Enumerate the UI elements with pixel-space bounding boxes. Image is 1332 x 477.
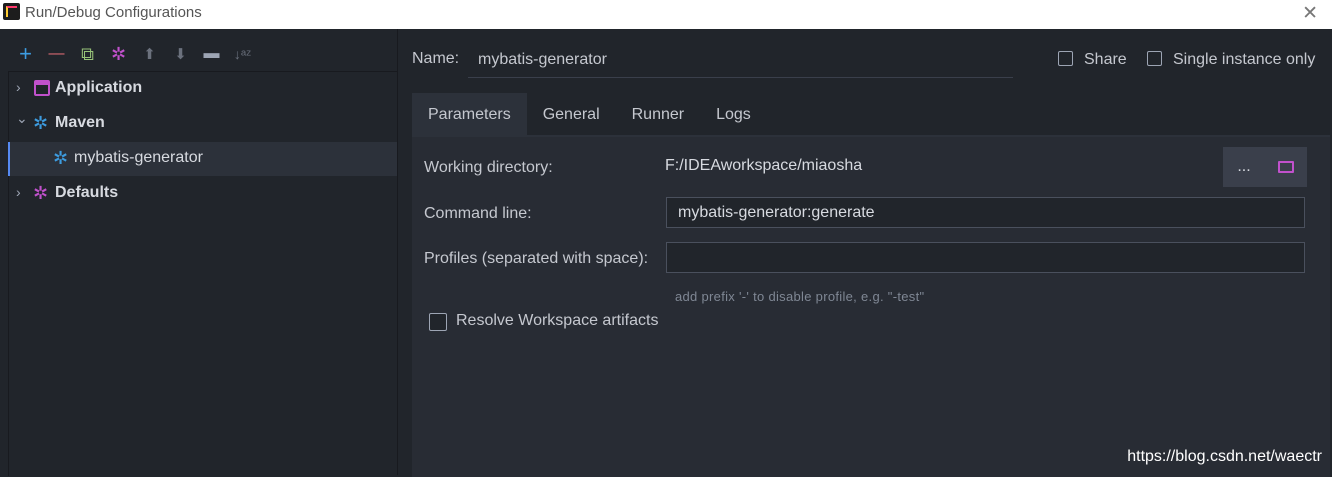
copy-icon[interactable]: ⧉ xyxy=(72,39,103,69)
single-instance-checkbox[interactable] xyxy=(1147,51,1162,66)
share-checkbox[interactable] xyxy=(1058,51,1073,66)
browse-macros-button[interactable]: ... xyxy=(1223,147,1265,187)
configurations-tree: › Application ⌄ ✲ Maven ✲ mybatis-genera… xyxy=(8,71,397,476)
title-bar: Run/Debug Configurations ✕ xyxy=(0,0,1332,29)
tree-item-application[interactable]: › Application xyxy=(9,72,397,106)
add-icon[interactable]: + xyxy=(10,39,41,69)
chevron-down-icon[interactable]: ⌄ xyxy=(16,110,28,127)
configurations-toolbar: + — ⧉ ✲ ⬆ ⬇ ▬ ↓ᵃᶻ xyxy=(10,39,258,69)
resolve-workspace-label: Resolve Workspace artifacts xyxy=(456,312,659,329)
sort-icon[interactable]: ↓ᵃᶻ xyxy=(227,39,258,69)
tree-item-defaults[interactable]: › ✲ Defaults xyxy=(9,177,397,211)
move-down-icon[interactable]: ⬇ xyxy=(165,39,196,69)
command-line-label: Command line: xyxy=(424,205,532,222)
chevron-right-icon[interactable]: › xyxy=(16,184,21,200)
resolve-workspace-checkbox[interactable] xyxy=(429,313,447,331)
tree-item-label: Defaults xyxy=(55,184,119,201)
profiles-hint: add prefix '-' to disable profile, e.g. … xyxy=(675,289,925,304)
working-directory-buttons: ... xyxy=(1223,147,1307,187)
folder-icon xyxy=(1278,161,1294,173)
tree-item-maven[interactable]: ⌄ ✲ Maven xyxy=(9,107,397,141)
parameters-panel: Working directory: F:/IDEAworkspace/miao… xyxy=(412,135,1330,477)
tab-runner[interactable]: Runner xyxy=(616,93,700,137)
maven-gear-icon: ✲ xyxy=(53,148,69,168)
maven-gear-icon: ✲ xyxy=(33,113,49,133)
settings-icon[interactable]: ✲ xyxy=(103,39,134,69)
tab-bar: Parameters General Runner Logs xyxy=(412,93,767,137)
share-label: Share xyxy=(1084,51,1127,68)
defaults-gear-icon: ✲ xyxy=(33,183,49,203)
name-label: Name: xyxy=(412,50,460,67)
tab-logs[interactable]: Logs xyxy=(700,93,767,137)
name-input[interactable]: mybatis-generator xyxy=(468,45,1013,78)
working-directory-value[interactable]: F:/IDEAworkspace/miaosha xyxy=(665,157,862,175)
profiles-input[interactable] xyxy=(666,242,1305,273)
window-title: Run/Debug Configurations xyxy=(25,4,202,21)
chevron-right-icon[interactable]: › xyxy=(16,79,21,95)
tree-item-label: Application xyxy=(55,79,143,96)
tree-item-label: mybatis-generator xyxy=(74,149,203,166)
move-up-icon[interactable]: ⬆ xyxy=(134,39,165,69)
command-line-input[interactable]: mybatis-generator:generate xyxy=(666,197,1305,228)
intellij-app-icon xyxy=(3,3,20,20)
configurations-panel: + — ⧉ ✲ ⬆ ⬇ ▬ ↓ᵃᶻ › Application ⌄ ✲ Mave… xyxy=(0,29,398,476)
close-icon[interactable]: ✕ xyxy=(1302,2,1318,25)
tree-item-label: Maven xyxy=(55,114,105,131)
tree-item-mybatis-generator[interactable]: ✲ mybatis-generator xyxy=(8,142,397,176)
folder-icon[interactable]: ▬ xyxy=(196,39,227,69)
single-instance-label: Single instance only xyxy=(1173,51,1316,68)
tab-general[interactable]: General xyxy=(527,93,616,137)
remove-icon[interactable]: — xyxy=(41,39,72,69)
tab-parameters[interactable]: Parameters xyxy=(412,93,527,137)
browse-folder-button[interactable] xyxy=(1265,147,1307,187)
profiles-label: Profiles (separated with space): xyxy=(424,250,649,267)
application-icon xyxy=(34,80,50,96)
working-directory-label: Working directory: xyxy=(424,159,553,176)
configuration-editor: Name: mybatis-generator Share Single ins… xyxy=(398,29,1332,477)
watermark: https://blog.csdn.net/waectr xyxy=(1127,448,1322,465)
